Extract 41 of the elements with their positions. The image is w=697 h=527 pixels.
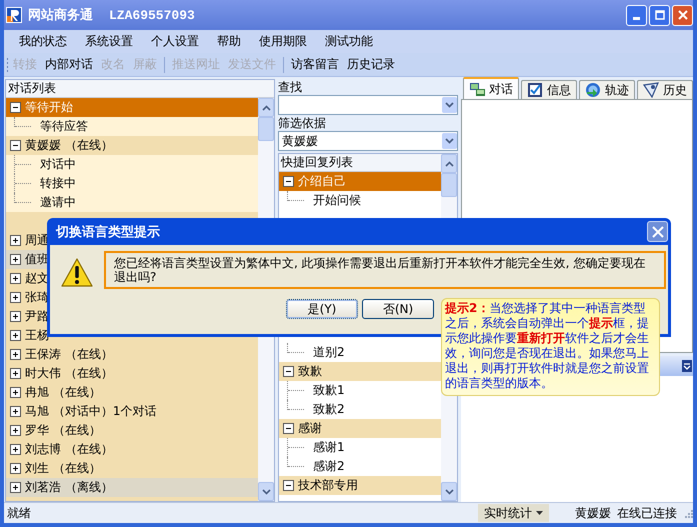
tree-group-label: 刘生 （在线）: [25, 460, 101, 477]
tree-group-label: 罗华 （在线）: [25, 422, 101, 439]
tree-group-label: 冉旭 （在线）: [25, 384, 101, 401]
tree-item-label: 等待应答: [40, 118, 88, 135]
tree-group-label: 致歉: [298, 363, 322, 380]
tree-group-label: 等待开始: [25, 99, 73, 116]
tree-item-label: 致歉2: [313, 401, 345, 418]
callout-note: 提示2：当您选择了其中一种语言类型之后，系统会自动弹出一个提示框，提示您此操作要重新打开软件之后才会生效，询问您是否现在退出。如果您马上退出，则再打开软件时就是您之前设置的语言类型的版本。: [441, 298, 660, 396]
tree-group-label: 感谢: [298, 420, 322, 437]
tree-group-label: 黄媛媛 （在线）: [25, 137, 113, 154]
tree-item-label: 转接中: [40, 175, 76, 192]
tree-item-label: 道别2: [313, 344, 345, 361]
tree-item-label: 感谢1: [313, 439, 345, 456]
tree-group-label: 时大伟 （在线）: [25, 365, 113, 382]
user-name: 黄媛媛: [575, 504, 611, 522]
tree-group-label: 赵文: [25, 270, 49, 287]
tree-item-label: 致歉1: [313, 382, 345, 399]
tree-item-label: 感谢2: [313, 458, 345, 475]
account-number: LZA69557093: [109, 8, 195, 22]
tree-group-label: 马旭 （对话中）1个对话: [25, 403, 156, 420]
field-label: 筛选依据: [278, 115, 327, 131]
field-label: 查找: [278, 79, 303, 95]
status-message: 就绪: [7, 504, 32, 522]
tree-group-label: 刘志博 （在线）: [25, 441, 113, 458]
tree-item-label: 邀请中: [40, 194, 76, 211]
tree-group-label: 刘茗浩 （离线）: [25, 479, 113, 496]
tree-item-label: 对话中: [40, 156, 76, 173]
tree-group-label: 王杨: [25, 327, 49, 344]
tree-group-label: 介绍自己: [298, 173, 346, 190]
tree-group-label: 王保涛 （在线）: [25, 346, 113, 363]
presence-status: 在线: [617, 504, 641, 522]
tree-group-label: 尹路: [25, 308, 49, 325]
tree-group-label: 张琦: [25, 289, 49, 306]
dialog-title: 切换语言类型提示: [56, 224, 160, 240]
tree-group-label: 技术部专用: [298, 477, 358, 494]
connection-status: 已连接: [641, 504, 677, 522]
tree-item-label: 开始问候: [313, 192, 361, 209]
dialog-message: 您已经将语言类型设置为繁体中文, 此项操作需要退出后重新打开本软件才能完全生效, 您确定要现在退出吗?: [104, 251, 666, 289]
panel-title: 快捷回复列表: [279, 154, 441, 172]
panel-title: 对话列表: [6, 80, 274, 98]
window-title: 网站商务通: [28, 6, 93, 24]
